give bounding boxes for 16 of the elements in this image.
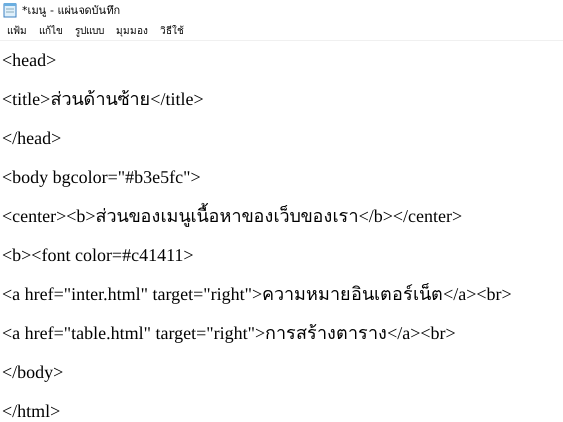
menu-item[interactable]: แก้ไข bbox=[34, 22, 68, 38]
code-line: <title>ส่วนด้านซ้าย</title> bbox=[2, 89, 204, 109]
code-line: </html> bbox=[2, 401, 60, 421]
window-title: *เมนู - แผ่นจดบันทึก bbox=[22, 3, 120, 19]
code-line: <a href="inter.html" target="right">ความหมายอินเตอร์เน็ต</a><br> bbox=[2, 284, 512, 304]
menu-item[interactable]: แฟ้ม bbox=[2, 22, 32, 38]
code-line: <body bgcolor="#b3e5fc"> bbox=[2, 167, 201, 187]
menu-item[interactable]: มุมมอง bbox=[111, 22, 153, 38]
code-line: <head> bbox=[2, 50, 56, 70]
code-line: </head> bbox=[2, 128, 62, 148]
notepad-icon bbox=[2, 2, 18, 18]
code-line: </body> bbox=[2, 362, 64, 382]
code-line: <a href="table.html" target="right">การสร้างตาราง</a><br> bbox=[2, 323, 456, 343]
code-line: <b><font color=#c41411> bbox=[2, 245, 194, 265]
menu-item[interactable]: รูปแบบ bbox=[70, 22, 109, 38]
menu-item[interactable]: วิธีใช้ bbox=[155, 22, 189, 38]
